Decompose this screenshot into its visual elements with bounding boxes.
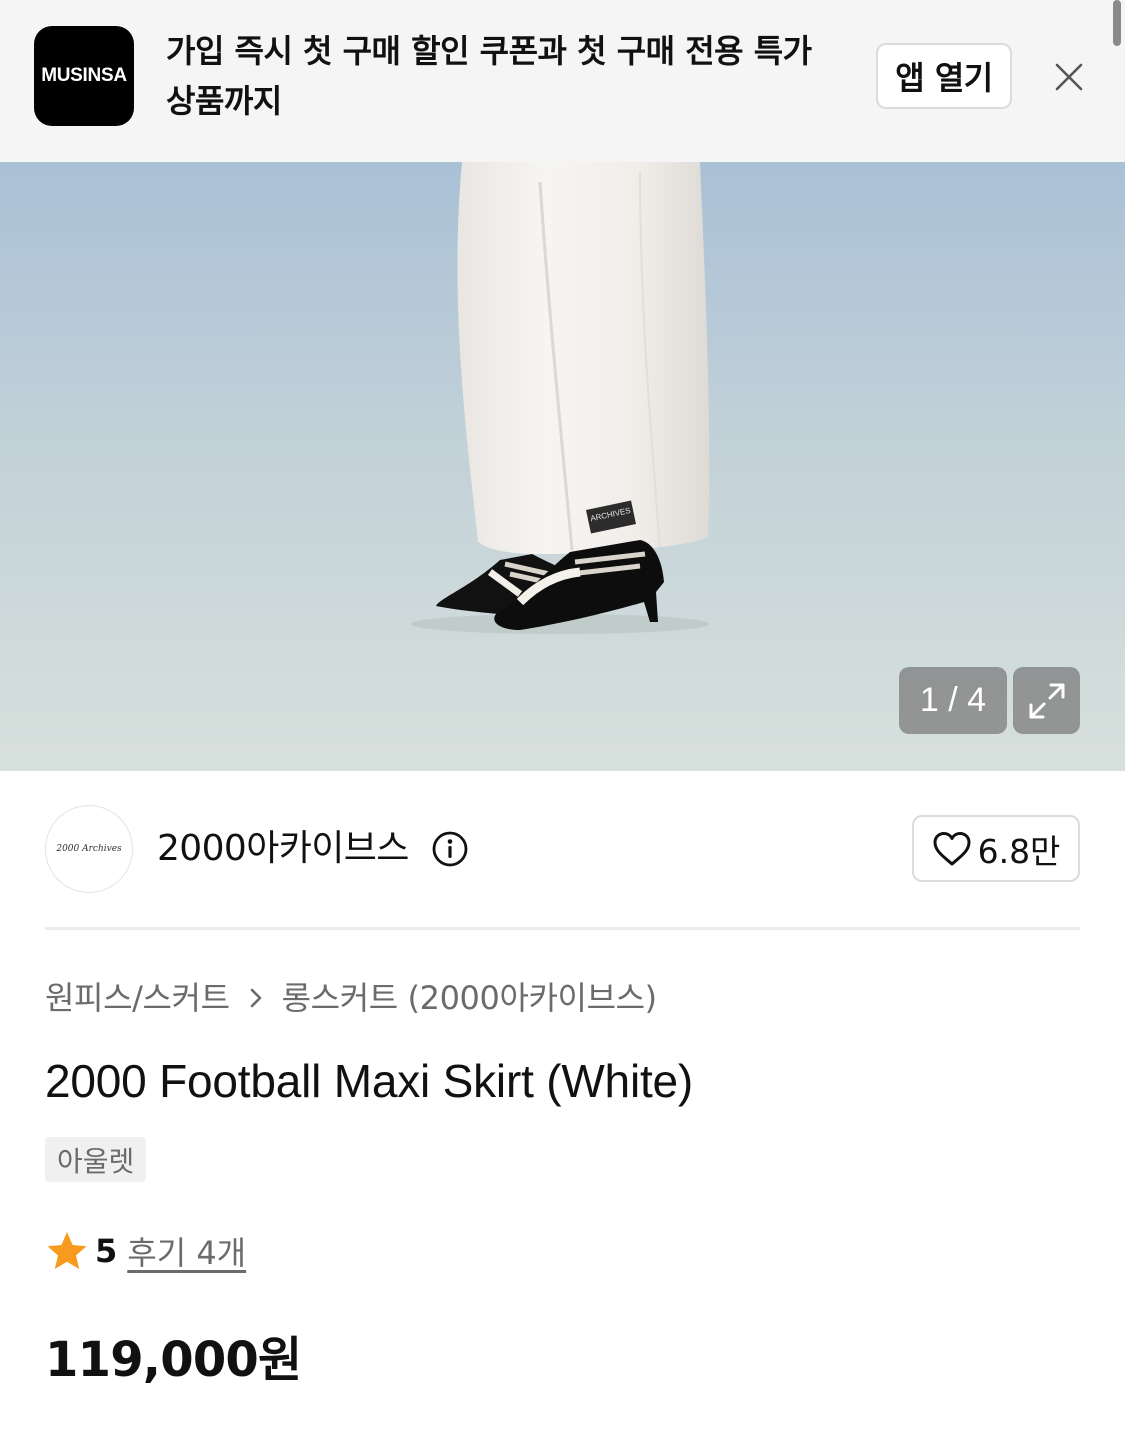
- scroll-indicator[interactable]: [1113, 0, 1121, 46]
- rating-row: 5 후기 4개: [45, 1228, 246, 1274]
- brand-name[interactable]: 2000아카이브스: [157, 826, 409, 872]
- breadcrumb-subcategory[interactable]: 롱스커트 (2000아카이브스): [282, 976, 658, 1020]
- rating-score: 5: [95, 1232, 118, 1270]
- info-icon[interactable]: [431, 830, 469, 868]
- review-count-link[interactable]: 후기 4개: [127, 1228, 246, 1274]
- expand-image-button[interactable]: [1013, 667, 1080, 734]
- image-counter: 1 / 4: [899, 667, 1007, 734]
- heart-outline-icon: [933, 831, 971, 865]
- star-icon: [47, 1232, 87, 1269]
- musinsa-app-logo: MUSINSA: [34, 26, 134, 126]
- chevron-right-icon: [248, 986, 264, 1010]
- outlet-badge: 아울렛: [45, 1137, 147, 1182]
- banner-message: 가입 즉시 첫 구매 할인 쿠폰과 첫 구매 전용 특가 상품까지: [166, 32, 812, 120]
- breadcrumb-category[interactable]: 원피스/스커트: [45, 976, 230, 1020]
- product-price: 119,000원: [45, 1332, 302, 1388]
- like-count: 6.8만: [977, 831, 1061, 871]
- section-divider: [45, 927, 1080, 930]
- expand-icon: [1029, 683, 1064, 718]
- close-banner-button[interactable]: [1046, 54, 1092, 100]
- app-install-banner: MUSINSA 가입 즉시 첫 구매 할인 쿠폰과 첫 구매 전용 특가 상품까…: [0, 0, 1125, 162]
- breadcrumb: 원피스/스커트 롱스커트 (2000아카이브스): [45, 976, 657, 1020]
- open-app-button[interactable]: 앱 열기: [876, 43, 1012, 109]
- close-icon: [1055, 63, 1083, 91]
- like-brand-button[interactable]: 6.8만: [912, 815, 1080, 882]
- brand-logo[interactable]: 2000 Archives: [45, 805, 133, 893]
- product-title: 2000 Football Maxi Skirt (White): [45, 1055, 694, 1107]
